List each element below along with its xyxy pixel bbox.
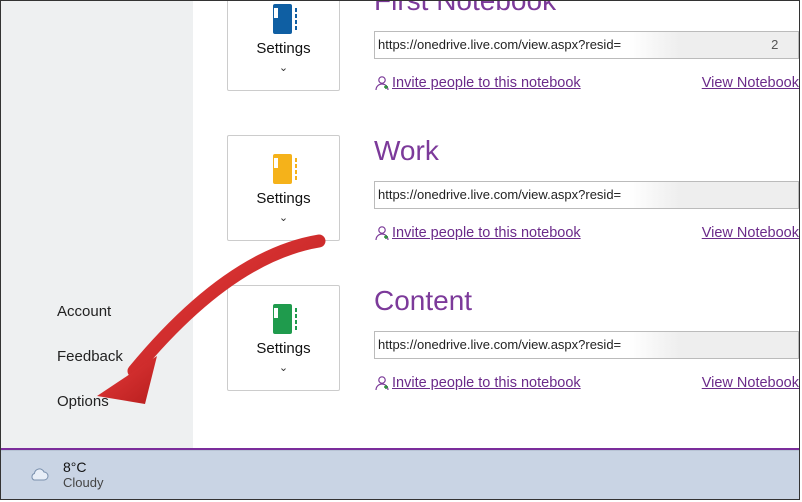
notebook-icon xyxy=(270,2,298,36)
sidebar-item-feedback[interactable]: Feedback xyxy=(1,334,193,379)
notebook-settings-card[interactable]: Settings ⌄ xyxy=(227,135,340,241)
view-notebook-link[interactable]: View Notebook xyxy=(702,375,799,391)
sidebar-item-account[interactable]: Account xyxy=(1,289,193,334)
invite-label: Invite people to this notebook xyxy=(392,375,581,391)
chevron-down-icon: ⌄ xyxy=(279,61,288,74)
invite-label: Invite people to this notebook xyxy=(392,225,581,241)
invite-people-link[interactable]: Invite people to this notebook xyxy=(374,225,581,241)
notebook-row: Settings ⌄ First Notebook https://onedri… xyxy=(193,1,799,91)
notebook-url-input[interactable]: https://onedrive.live.com/view.aspx?resi… xyxy=(374,331,799,359)
invite-people-link[interactable]: Invite people to this notebook xyxy=(374,75,581,91)
url-tail: 2 xyxy=(771,37,778,52)
sidebar-spacer xyxy=(1,1,193,289)
invite-label: Invite people to this notebook xyxy=(392,75,581,91)
notebook-list: Settings ⌄ First Notebook https://onedri… xyxy=(193,1,799,448)
notebook-title: First Notebook xyxy=(374,1,799,17)
notebook-settings-card[interactable]: Settings ⌄ xyxy=(227,285,340,391)
condition: Cloudy xyxy=(63,476,103,490)
sidebar-item-label: Options xyxy=(57,393,109,410)
sidebar-item-label: Account xyxy=(57,303,111,320)
taskbar: 8°C Cloudy xyxy=(1,450,799,499)
sidebar-item-options[interactable]: Options xyxy=(1,379,193,424)
notebook-row: Settings ⌄ Work https://onedrive.live.co… xyxy=(193,135,799,241)
notebook-icon xyxy=(270,302,298,336)
notebook-settings-card[interactable]: Settings ⌄ xyxy=(227,1,340,91)
invite-people-link[interactable]: Invite people to this notebook xyxy=(374,375,581,391)
notebook-url-input[interactable]: https://onedrive.live.com/view.aspx?resi… xyxy=(374,181,799,209)
settings-label: Settings xyxy=(256,340,310,357)
person-add-icon xyxy=(374,75,390,91)
sidebar-item-label: Feedback xyxy=(57,348,123,365)
notebook-url-input[interactable]: https://onedrive.live.com/view.aspx?resi… xyxy=(374,31,799,59)
notebook-row: Settings ⌄ Content https://onedrive.live… xyxy=(193,285,799,391)
notebook-title: Content xyxy=(374,285,799,317)
view-notebook-link[interactable]: View Notebook xyxy=(702,75,799,91)
url-text: https://onedrive.live.com/view.aspx?resi… xyxy=(378,37,621,52)
person-add-icon xyxy=(374,375,390,391)
weather-cloud-icon xyxy=(27,465,51,485)
chevron-down-icon: ⌄ xyxy=(279,211,288,224)
notebook-icon xyxy=(270,152,298,186)
temperature: 8°C xyxy=(63,460,103,475)
url-text: https://onedrive.live.com/view.aspx?resi… xyxy=(378,337,621,352)
settings-label: Settings xyxy=(256,190,310,207)
person-add-icon xyxy=(374,225,390,241)
url-text: https://onedrive.live.com/view.aspx?resi… xyxy=(378,187,621,202)
view-notebook-link[interactable]: View Notebook xyxy=(702,225,799,241)
notebook-title: Work xyxy=(374,135,799,167)
settings-label: Settings xyxy=(256,40,310,57)
chevron-down-icon: ⌄ xyxy=(279,361,288,374)
weather-widget[interactable]: 8°C Cloudy xyxy=(63,460,103,490)
backstage-sidebar: Account Feedback Options xyxy=(1,1,193,448)
